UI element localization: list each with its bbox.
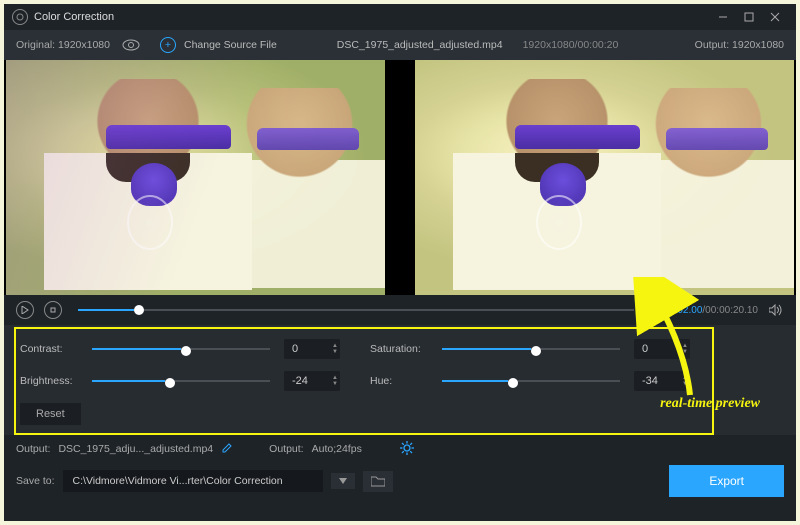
eye-icon[interactable] — [122, 39, 140, 51]
source-info: 1920x1080/00:00:20 — [523, 39, 619, 51]
output-file-label: Output: — [16, 443, 50, 455]
contrast-slider[interactable] — [92, 341, 270, 357]
brightness-stepper-down[interactable]: ▼ — [332, 381, 338, 387]
save-to-label: Save to: — [16, 475, 55, 487]
hue-stepper-down[interactable]: ▼ — [682, 381, 688, 387]
contrast-control: Contrast: 0 ▲▼ — [20, 339, 340, 359]
timecode: 00:00:02.00/00:00:20.10 — [650, 305, 758, 316]
toolbar: Original: 1920x1080 + Change Source File… — [4, 30, 796, 60]
hue-value-input[interactable]: -34 ▲▼ — [634, 371, 690, 391]
titlebar: Color Correction — [4, 4, 796, 30]
save-path-input[interactable]: C:\Vidmore\Vidmore Vi...rter\Color Corre… — [63, 470, 323, 492]
app-icon — [12, 9, 28, 25]
preview-area — [4, 60, 796, 295]
original-resolution-label: Original: 1920x1080 — [16, 39, 110, 51]
color-controls-panel: Contrast: 0 ▲▼ Saturation: 0 ▲▼ — [4, 325, 796, 435]
annotation-label: real-time preview — [660, 396, 760, 412]
export-button[interactable]: Export — [669, 465, 784, 497]
maximize-button[interactable] — [736, 7, 762, 27]
output-settings-icon[interactable] — [400, 441, 414, 458]
app-window: Color Correction Original: 1920x1080 + C… — [4, 4, 796, 521]
change-source-button[interactable]: Change Source File — [184, 39, 277, 51]
save-row: Save to: C:\Vidmore\Vidmore Vi...rter\Co… — [4, 463, 796, 499]
contrast-stepper-down[interactable]: ▼ — [332, 349, 338, 355]
saturation-control: Saturation: 0 ▲▼ — [370, 339, 690, 359]
hue-control: Hue: -34 ▲▼ — [370, 371, 690, 391]
contrast-label: Contrast: — [20, 343, 92, 355]
stop-button[interactable] — [44, 301, 62, 319]
add-source-icon[interactable]: + — [160, 37, 176, 53]
output-resolution-label: Output: 1920x1080 — [695, 39, 784, 51]
hue-label: Hue: — [370, 375, 442, 387]
open-folder-button[interactable] — [363, 471, 393, 492]
timeline-scrubber[interactable] — [78, 300, 634, 320]
save-path-dropdown[interactable] — [331, 473, 355, 489]
output-file-value: DSC_1975_adju..._adjusted.mp4 — [58, 443, 213, 455]
minimize-button[interactable] — [710, 7, 736, 27]
output-format-label: Output: — [269, 443, 303, 455]
brightness-control: Brightness: -24 ▲▼ — [20, 371, 340, 391]
brightness-label: Brightness: — [20, 375, 92, 387]
brightness-slider[interactable] — [92, 373, 270, 389]
hue-slider[interactable] — [442, 373, 620, 389]
timeline-progress — [78, 309, 134, 311]
saturation-label: Saturation: — [370, 343, 442, 355]
saturation-value-input[interactable]: 0 ▲▼ — [634, 339, 690, 359]
contrast-value-input[interactable]: 0 ▲▼ — [284, 339, 340, 359]
preview-output — [415, 60, 794, 295]
reset-button[interactable]: Reset — [20, 403, 81, 425]
play-button[interactable] — [16, 301, 34, 319]
output-row: Output: DSC_1975_adju..._adjusted.mp4 Ou… — [4, 435, 796, 463]
transport-bar: 00:00:02.00/00:00:20.10 — [4, 295, 796, 325]
saturation-stepper-down[interactable]: ▼ — [682, 349, 688, 355]
brightness-value-input[interactable]: -24 ▲▼ — [284, 371, 340, 391]
close-button[interactable] — [762, 7, 788, 27]
source-filename: DSC_1975_adjusted_adjusted.mp4 — [337, 39, 503, 51]
preview-original — [6, 60, 385, 295]
output-format-value: Auto;24fps — [312, 443, 362, 455]
edit-filename-icon[interactable] — [221, 442, 233, 457]
saturation-slider[interactable] — [442, 341, 620, 357]
volume-icon[interactable] — [768, 304, 784, 316]
window-title: Color Correction — [34, 11, 114, 23]
